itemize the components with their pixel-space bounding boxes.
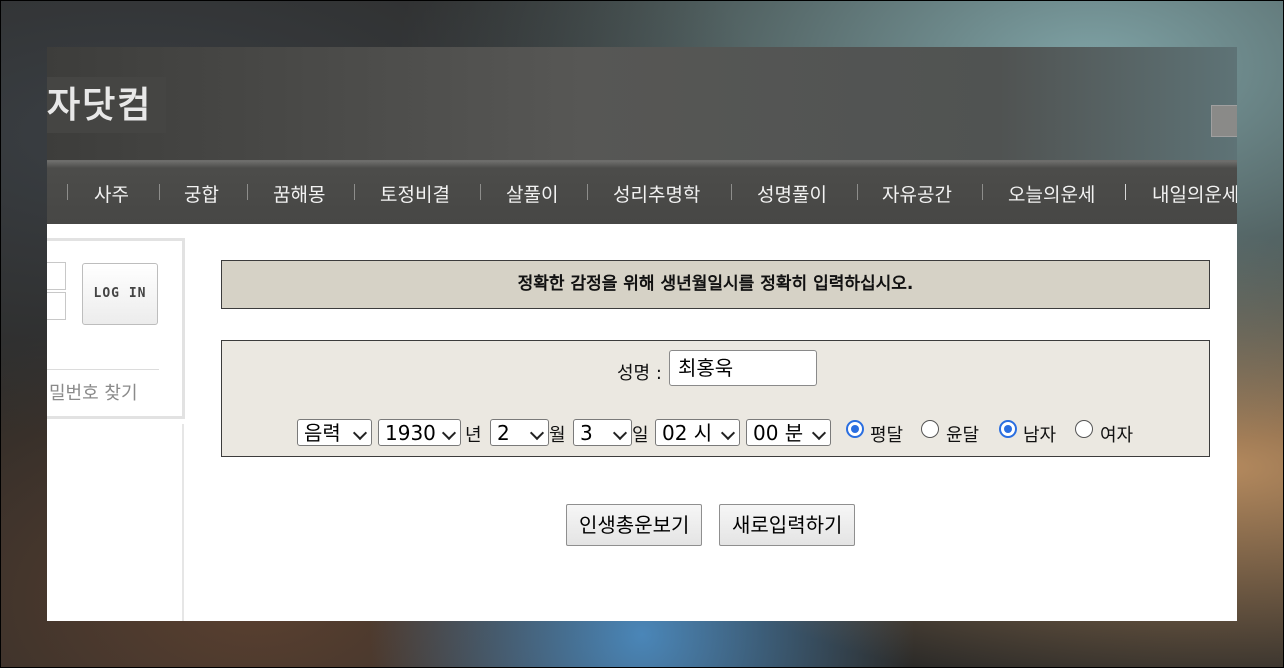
nav-separator bbox=[159, 184, 160, 200]
name-label: 성명 : bbox=[617, 363, 662, 384]
chevron-down-icon bbox=[612, 425, 628, 441]
site-logo[interactable]: 자닷컴 bbox=[47, 77, 167, 133]
sidebar-divider bbox=[182, 424, 184, 621]
nav-item-tomorrow-fortune[interactable]: 내일의운세 bbox=[1152, 162, 1237, 224]
chevron-down-icon bbox=[352, 425, 368, 441]
year-value: 1930 bbox=[385, 421, 436, 445]
radio-normal-month-label: 평달 bbox=[870, 425, 904, 446]
month-select[interactable]: 2 bbox=[490, 419, 549, 446]
year-select[interactable]: 1930 bbox=[378, 419, 461, 446]
minute-select[interactable]: 00 분 bbox=[746, 419, 831, 446]
nav-separator bbox=[247, 184, 248, 200]
login-button[interactable]: LOG IN bbox=[82, 263, 158, 325]
nav-item-saju[interactable]: 사주 bbox=[94, 162, 129, 224]
chevron-down-icon bbox=[811, 425, 827, 441]
birth-info-form: 성명 : 최홍욱 음력 1930 년 2 월 3 일 02 시 00 분 평달 … bbox=[221, 340, 1210, 457]
nav-item-seongri[interactable]: 성리추명학 bbox=[613, 162, 700, 224]
nav-separator bbox=[67, 184, 68, 200]
hour-value: 02 시 bbox=[662, 421, 713, 445]
nav-item-today-fortune[interactable]: 오늘의운세 bbox=[1008, 162, 1095, 224]
login-divider bbox=[47, 369, 159, 370]
login-id-input[interactable] bbox=[47, 262, 66, 290]
nav-item-salpuri[interactable]: 살풀이 bbox=[506, 162, 558, 224]
site-header: 자닷컴 bbox=[47, 47, 1237, 160]
radio-female[interactable] bbox=[1075, 420, 1093, 438]
submit-fortune-button[interactable]: 인생총운보기 bbox=[566, 504, 703, 546]
chevron-down-icon bbox=[720, 425, 736, 441]
calendar-type-select[interactable]: 음력 bbox=[297, 419, 372, 446]
header-search-box[interactable] bbox=[1211, 105, 1237, 137]
hour-select[interactable]: 02 시 bbox=[655, 419, 740, 446]
calendar-type-value: 음력 bbox=[304, 421, 341, 445]
nav-separator bbox=[982, 184, 983, 200]
nav-item-name-analysis[interactable]: 성명풀이 bbox=[757, 162, 827, 224]
month-unit-label: 월 bbox=[549, 425, 566, 446]
nav-separator bbox=[1125, 184, 1126, 200]
nav-item-tojeong[interactable]: 토정비결 bbox=[380, 162, 450, 224]
nav-separator bbox=[480, 184, 481, 200]
day-select[interactable]: 3 bbox=[573, 419, 632, 446]
main-nav: 사주 궁합 꿈해몽 토정비결 살풀이 성리추명학 성명풀이 자유공간 오늘의운세… bbox=[47, 160, 1237, 224]
nav-item-dream[interactable]: 꿈해몽 bbox=[273, 162, 325, 224]
year-unit-label: 년 bbox=[465, 425, 482, 446]
login-panel: LOG IN 밀번호 찾기 bbox=[47, 238, 185, 419]
radio-normal-month[interactable] bbox=[846, 420, 864, 438]
find-password-link[interactable]: 밀번호 찾기 bbox=[49, 379, 138, 405]
day-unit-label: 일 bbox=[632, 425, 649, 446]
nav-separator bbox=[731, 184, 732, 200]
radio-leap-month-label: 윤달 bbox=[946, 425, 980, 446]
minute-value: 00 분 bbox=[753, 421, 804, 445]
chevron-down-icon bbox=[529, 425, 545, 441]
radio-male-label: 남자 bbox=[1023, 425, 1057, 446]
radio-leap-month[interactable] bbox=[921, 420, 939, 438]
login-password-input[interactable] bbox=[47, 292, 66, 320]
reset-input-button[interactable]: 새로입력하기 bbox=[719, 504, 856, 546]
nav-item-gunghap[interactable]: 궁합 bbox=[184, 162, 219, 224]
nav-item-free-board[interactable]: 자유공간 bbox=[882, 162, 952, 224]
browser-window: 자닷컴 사주 궁합 꿈해몽 토정비결 살풀이 성리추명학 성명풀이 자유공간 오… bbox=[47, 47, 1237, 621]
chevron-down-icon bbox=[441, 425, 457, 441]
notice-banner: 정확한 감정을 위해 생년월일시를 정확히 입력하십시오. bbox=[221, 260, 1210, 309]
nav-separator bbox=[857, 184, 858, 200]
nav-separator bbox=[354, 184, 355, 200]
radio-male[interactable] bbox=[999, 420, 1017, 438]
month-value: 2 bbox=[497, 421, 510, 445]
nav-separator bbox=[587, 184, 588, 200]
name-input[interactable]: 최홍욱 bbox=[669, 350, 817, 386]
day-value: 3 bbox=[580, 421, 593, 445]
radio-female-label: 여자 bbox=[1100, 425, 1134, 446]
